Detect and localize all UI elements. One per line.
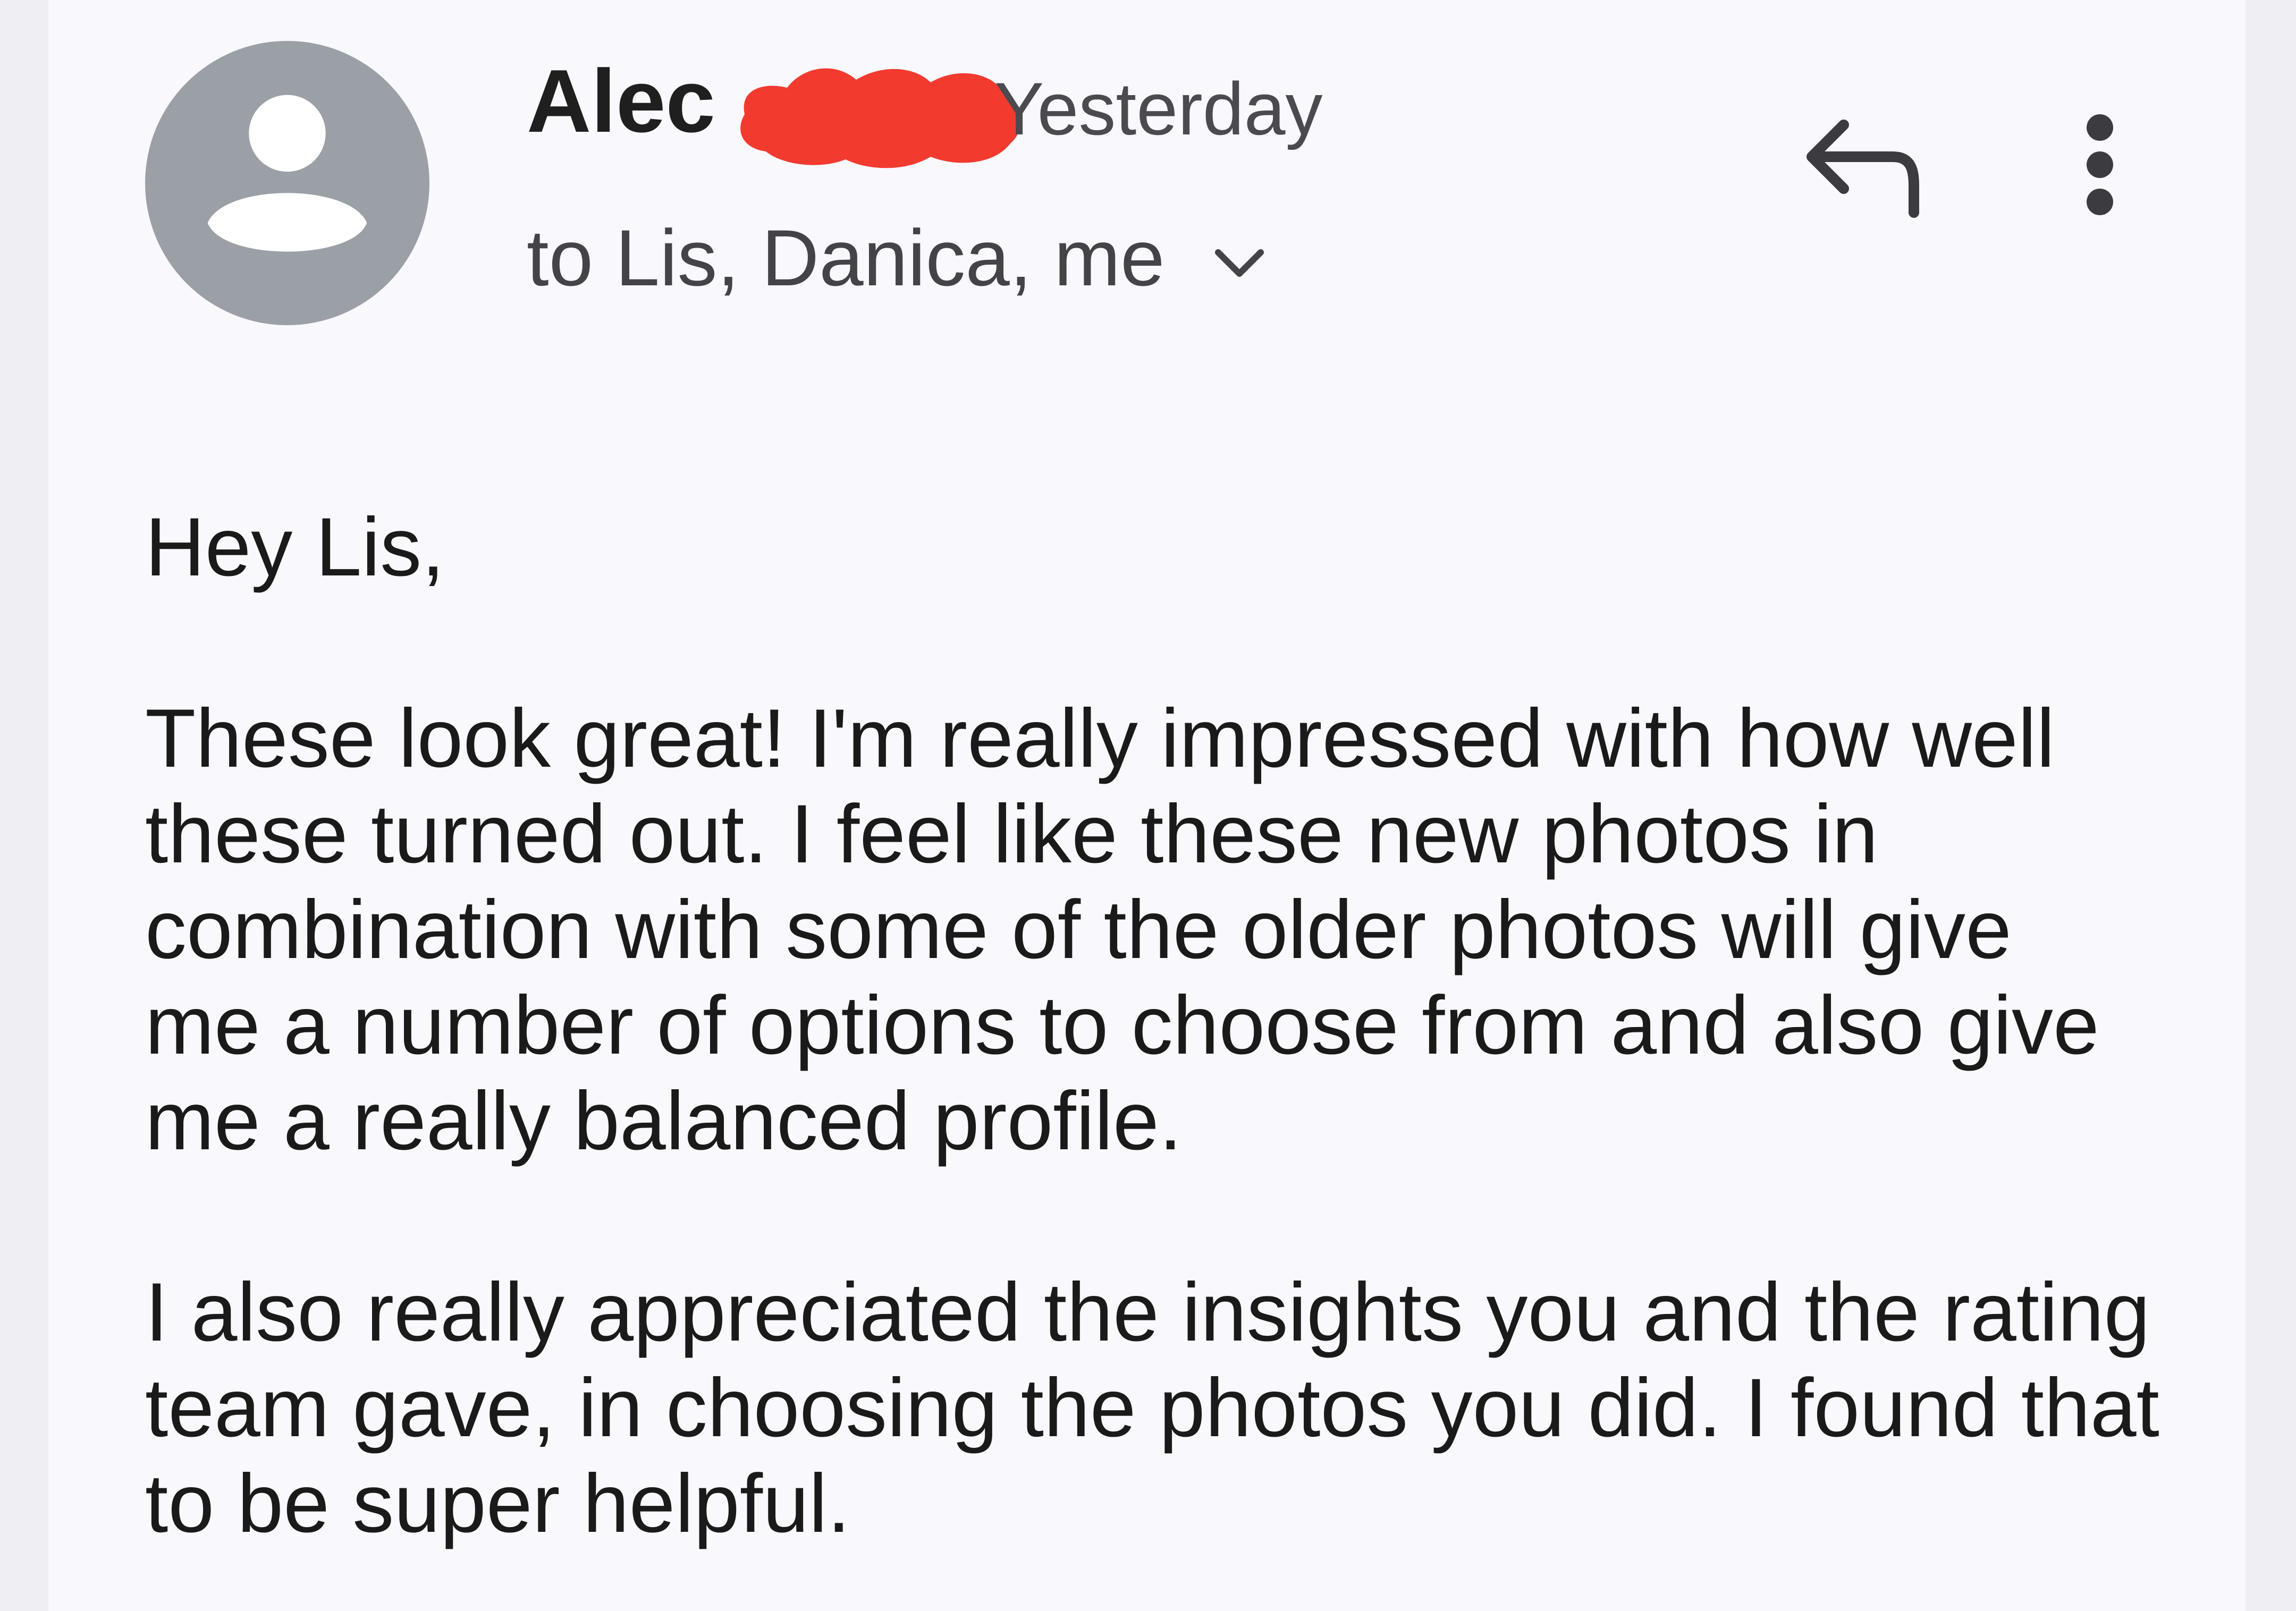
sent-time: Yesterday [994,67,1323,150]
sender-name[interactable]: Alec [527,48,715,154]
recipients-label: to Lis, Danica, me [527,213,1165,302]
email-paragraph: I also really appreciated the insights y… [145,1266,2159,1550]
chevron-down-icon[interactable] [1213,244,1266,282]
reply-icon[interactable] [1802,106,1935,228]
email-greeting: Hey Lis, [145,501,445,593]
email-paragraph: These look great! I'm really impressed w… [145,692,2099,1167]
person-avatar-icon[interactable] [145,41,429,325]
email-card: Alec Yesterday to Lis, Danica, me Hey Li… [48,0,2246,1611]
recipients-toggle[interactable]: to Lis, Danica, me [527,205,1266,311]
redaction-scribble [740,68,1021,168]
email-body: Hey Lis, These look great! I'm really im… [145,499,2246,1551]
more-vert-icon[interactable] [2068,101,2132,228]
